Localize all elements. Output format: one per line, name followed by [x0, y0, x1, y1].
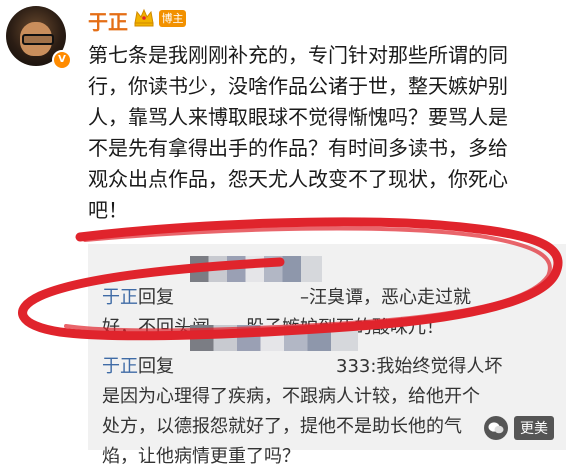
- reply-prefix: 回复: [138, 287, 174, 308]
- blurred-username-mosaic: [190, 325, 358, 351]
- blurred-username-mosaic: [190, 256, 322, 282]
- watermark: 更美: [484, 416, 554, 440]
- post-username[interactable]: 于正: [88, 6, 128, 35]
- reply-prefix: 回复: [138, 356, 174, 377]
- wechat-icon: [484, 416, 508, 440]
- avatar-glasses: [22, 34, 54, 45]
- reply-username[interactable]: 于正: [102, 287, 138, 308]
- owner-tag: 博主: [159, 10, 186, 27]
- crown-icon: [134, 8, 154, 27]
- verified-badge-icon: V: [52, 50, 72, 70]
- reply-username[interactable]: 于正: [102, 356, 138, 377]
- watermark-label: 更美: [514, 416, 554, 440]
- post-content: 第七条是我刚刚补充的，专门针对那些所谓的同 行，你读书少，没啥作品公诸于世，整天…: [88, 43, 508, 222]
